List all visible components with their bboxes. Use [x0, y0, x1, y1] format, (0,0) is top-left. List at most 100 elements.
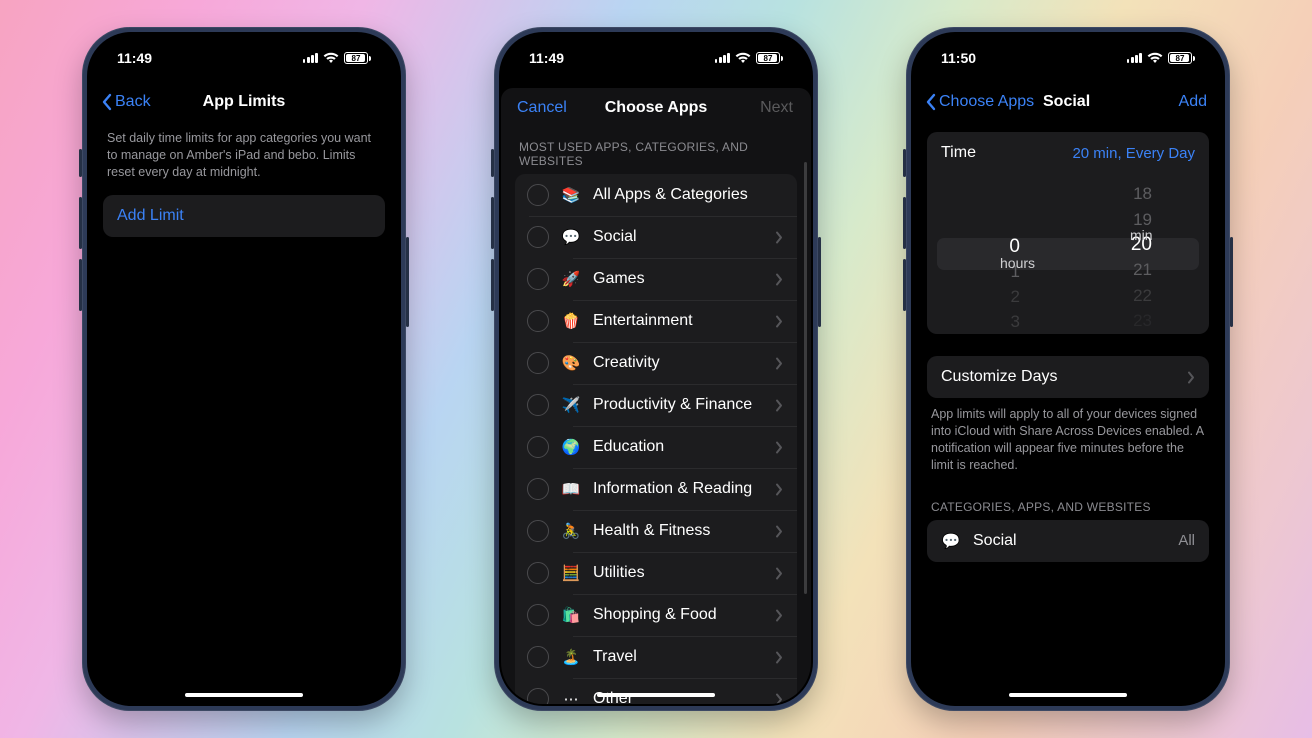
chevron-right-icon — [775, 609, 783, 622]
time-value: 20 min, Every Day — [1072, 145, 1195, 162]
time-row[interactable]: Time 20 min, Every Day — [927, 132, 1209, 174]
category-icon: ✈️ — [561, 395, 581, 415]
chevron-right-icon — [775, 483, 783, 496]
social-icon: 💬 — [941, 531, 961, 551]
clock: 11:49 — [117, 50, 152, 66]
category-row[interactable]: 🌍 Education — [515, 426, 797, 468]
radio-unselected[interactable] — [527, 184, 549, 206]
modal-nav: Cancel Choose Apps Next — [515, 88, 797, 128]
cellular-icon — [303, 53, 318, 63]
next-button[interactable]: Next — [760, 99, 793, 117]
cancel-button[interactable]: Cancel — [517, 99, 567, 117]
category-icon: 🚀 — [561, 269, 581, 289]
category-icon: 📖 — [561, 479, 581, 499]
dynamic-island — [608, 44, 704, 70]
radio-unselected[interactable] — [527, 394, 549, 416]
radio-unselected[interactable] — [527, 688, 549, 704]
category-label: Education — [593, 438, 767, 456]
time-label: Time — [941, 144, 1072, 162]
category-label: Health & Fitness — [593, 522, 767, 540]
chevron-left-icon — [101, 93, 113, 111]
time-picker[interactable]: 0 1 2 3 hours 17 18 19 20 21 22 — [927, 174, 1209, 334]
battery-icon: 87 — [344, 52, 371, 64]
category-label: Creativity — [593, 354, 767, 372]
radio-unselected[interactable] — [527, 520, 549, 542]
category-icon: 🚴 — [561, 521, 581, 541]
wifi-icon — [323, 52, 339, 64]
radio-unselected[interactable] — [527, 562, 549, 584]
page-title: Social — [1043, 93, 1090, 111]
phone-app-limits: 11:49 87 Back App Limits Set daily time … — [82, 27, 406, 711]
category-list: 📚All Apps & Categories 💬 Social 🚀 Games 🍿Ente… — [515, 174, 797, 704]
category-label: Shopping & Food — [593, 606, 767, 624]
scroll-indicator[interactable] — [804, 162, 807, 594]
back-button[interactable]: Choose Apps — [925, 93, 1034, 111]
dynamic-island — [196, 44, 292, 70]
footnote: App limits will apply to all of your dev… — [927, 398, 1209, 488]
minutes-column[interactable]: 17 18 19 20 21 22 23 min — [1072, 174, 1192, 334]
chevron-right-icon — [775, 441, 783, 454]
category-row[interactable]: 🛍️Shopping & Food — [515, 594, 797, 636]
category-row[interactable]: ✈️ Productivity & Finance — [515, 384, 797, 426]
clock: 11:50 — [941, 50, 976, 66]
chevron-left-icon — [925, 93, 937, 111]
hours-column[interactable]: 0 1 2 3 hours — [944, 184, 1064, 334]
customize-days-row[interactable]: Customize Days — [927, 356, 1209, 398]
category-row[interactable]: 🍿Entertainment — [515, 300, 797, 342]
radio-unselected[interactable] — [527, 436, 549, 458]
category-label: Social — [593, 228, 767, 246]
cellular-icon — [715, 53, 730, 63]
phone-social-limit: 11:50 87 Choose Apps Social Add Time — [906, 27, 1230, 711]
category-icon: ⋯ — [561, 689, 581, 704]
category-icon: 💬 — [561, 227, 581, 247]
clock: 11:49 — [529, 50, 564, 66]
home-indicator[interactable] — [597, 693, 715, 697]
category-label: Social — [973, 532, 1178, 550]
chevron-right-icon — [775, 525, 783, 538]
category-row[interactable]: 🚴 Health & Fitness — [515, 510, 797, 552]
mins-unit: min — [1130, 227, 1153, 243]
radio-unselected[interactable] — [527, 604, 549, 626]
add-limit-button[interactable]: Add Limit — [103, 195, 385, 237]
back-label: Choose Apps — [939, 93, 1034, 111]
category-row[interactable]: 🧮Utilities — [515, 552, 797, 594]
category-label: Travel — [593, 648, 767, 666]
cellular-icon — [1127, 53, 1142, 63]
category-row[interactable]: 📖 Information & Reading — [515, 468, 797, 510]
category-icon: 🌍 — [561, 437, 581, 457]
radio-unselected[interactable] — [527, 352, 549, 374]
chevron-right-icon — [775, 357, 783, 370]
category-row[interactable]: 🚀 Games — [515, 258, 797, 300]
wifi-icon — [1147, 52, 1163, 64]
home-indicator[interactable] — [1009, 693, 1127, 697]
radio-unselected[interactable] — [527, 268, 549, 290]
list-header: CATEGORIES, APPS, AND WEBSITES — [927, 488, 1209, 520]
radio-unselected[interactable] — [527, 478, 549, 500]
category-row[interactable]: 💬 Social — [515, 216, 797, 258]
category-icon: 🍿 — [561, 311, 581, 331]
add-button[interactable]: Add — [1179, 93, 1207, 111]
category-row[interactable]: 📚All Apps & Categories — [515, 174, 797, 216]
category-row[interactable]: 🏝️ Travel — [515, 636, 797, 678]
category-row[interactable]: ⋯Other — [515, 678, 797, 704]
category-row-social[interactable]: 💬 Social All — [927, 520, 1209, 562]
category-label: Information & Reading — [593, 480, 767, 498]
back-label: Back — [115, 93, 151, 111]
category-icon: 🧮 — [561, 563, 581, 583]
category-icon: 🏝️ — [561, 647, 581, 667]
nav-bar: Back App Limits — [89, 82, 399, 122]
category-label: Games — [593, 270, 767, 288]
radio-unselected[interactable] — [527, 646, 549, 668]
section-header: MOST USED APPS, CATEGORIES, AND WEBSITES — [515, 128, 797, 174]
back-button[interactable]: Back — [101, 93, 151, 111]
nav-bar: Choose Apps Social Add — [913, 82, 1223, 122]
category-label: Productivity & Finance — [593, 396, 767, 414]
add-limit-label: Add Limit — [117, 207, 184, 225]
category-row[interactable]: 🎨Creativity — [515, 342, 797, 384]
category-icon: 📚 — [561, 185, 581, 205]
description-text: Set daily time limits for app categories… — [103, 122, 385, 195]
radio-unselected[interactable] — [527, 310, 549, 332]
dynamic-island — [1020, 44, 1116, 70]
radio-unselected[interactable] — [527, 226, 549, 248]
home-indicator[interactable] — [185, 693, 303, 697]
